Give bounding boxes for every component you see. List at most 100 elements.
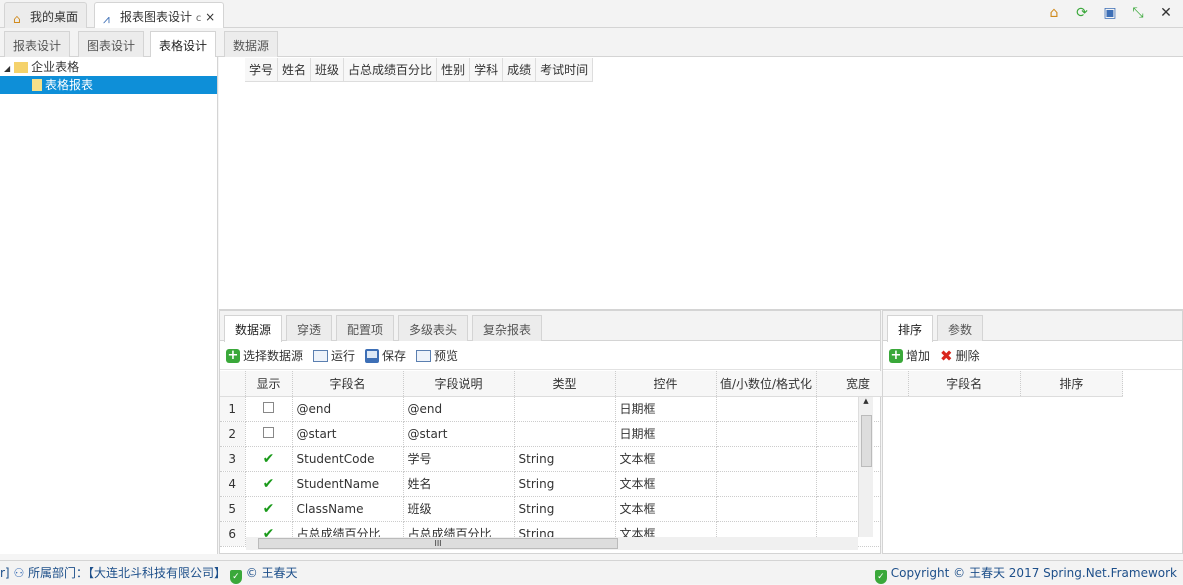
delete-button[interactable]: ✖ 删除 — [940, 347, 980, 365]
org-icon: ⚇ — [13, 566, 25, 580]
show-checkbox[interactable]: ✔ — [245, 446, 293, 472]
column-header[interactable]: 控件 — [615, 371, 717, 397]
show-checkbox[interactable] — [245, 421, 293, 447]
add-icon: + — [226, 347, 240, 363]
cell-name[interactable]: @start — [292, 421, 404, 447]
tab-my-desktop[interactable]: ⌂ 我的桌面 — [4, 2, 88, 28]
field-table-header: 显示 字段名 字段说明 类型 控件 值/小数位/格式化 宽度 — [220, 371, 901, 397]
shield-icon: ✓ — [874, 570, 887, 584]
cell-desc[interactable]: 姓名 — [403, 471, 515, 497]
tab-complex-report[interactable]: 复杂报表 — [472, 315, 543, 341]
tab-params[interactable]: 参数 — [937, 315, 984, 341]
cell-empty[interactable] — [716, 446, 817, 472]
cell-empty[interactable] — [716, 421, 817, 447]
run-button[interactable]: 运行 — [313, 347, 355, 364]
preview-column: 性别 — [437, 58, 471, 81]
tab-datasource[interactable]: 数据源 — [224, 31, 279, 57]
cell-type[interactable]: String — [514, 471, 616, 497]
cell-type[interactable]: String — [514, 446, 616, 472]
field-row[interactable]: 1 @end @end 日期框 — [220, 396, 901, 422]
save-button[interactable]: 保存 — [365, 347, 406, 364]
home-icon: ⌂ — [13, 12, 21, 26]
tab-multi-header[interactable]: 多级表头 — [398, 315, 469, 341]
tab-drillthrough[interactable]: 穿透 — [286, 315, 333, 341]
cell-type[interactable] — [514, 421, 616, 447]
tree-node-label: 表格报表 — [45, 78, 94, 92]
checked-icon[interactable]: ✔ — [263, 451, 275, 467]
fullscreen-icon[interactable]: ▣ — [1101, 4, 1119, 22]
cell-name[interactable]: StudentCode — [292, 446, 404, 472]
cell-type[interactable] — [514, 396, 616, 422]
show-checkbox[interactable] — [245, 396, 293, 422]
add-button[interactable]: + 增加 — [889, 347, 930, 364]
refresh-tab-icon[interactable]: c — [196, 13, 202, 24]
cell-desc[interactable]: 班级 — [403, 496, 515, 522]
column-header[interactable]: 类型 — [514, 371, 616, 397]
cell-name[interactable]: ClassName — [292, 496, 404, 522]
cell-ctrl[interactable]: 文本框 — [615, 446, 717, 472]
column-header[interactable]: 排序 — [1020, 371, 1124, 397]
cell-desc[interactable]: 学号 — [403, 446, 515, 472]
rownum-header — [220, 371, 246, 397]
preview-button[interactable]: 预览 — [416, 347, 458, 364]
checked-icon[interactable]: ✔ — [263, 501, 275, 517]
tree-node-enterprise-tables[interactable]: ◢ 企业表格 — [0, 58, 217, 76]
checked-icon[interactable]: ✔ — [263, 476, 275, 492]
row-number: 3 — [220, 446, 246, 472]
show-checkbox[interactable]: ✔ — [245, 471, 293, 497]
cell-ctrl[interactable]: 日期框 — [615, 421, 717, 447]
column-header[interactable]: 字段名 — [292, 371, 404, 397]
home-icon[interactable]: ⌂ — [1045, 4, 1063, 22]
sort-table: 字段名 排序 — [883, 371, 1124, 397]
scroll-thumb[interactable] — [861, 415, 872, 467]
show-checkbox[interactable]: ✔ — [245, 496, 293, 522]
cell-type[interactable]: String — [514, 496, 616, 522]
tab-sort[interactable]: 排序 — [887, 315, 934, 342]
select-datasource-button[interactable]: + 选择数据源 — [226, 347, 303, 364]
tab-table-design[interactable]: 表格设计 — [150, 31, 217, 58]
field-row[interactable]: 5 ✔ ClassName 班级 String 文本框 — [220, 496, 901, 522]
preview-column: 班级 — [311, 58, 345, 81]
cell-name[interactable]: StudentName — [292, 471, 404, 497]
tree-node-table-report[interactable]: 表格报表 — [0, 76, 217, 94]
column-header[interactable]: 显示 — [245, 371, 293, 397]
horizontal-scrollbar[interactable]: III — [246, 537, 858, 550]
cell-ctrl[interactable]: 文本框 — [615, 496, 717, 522]
cell-empty[interactable] — [716, 471, 817, 497]
scroll-thumb[interactable]: III — [258, 538, 618, 549]
cell-name[interactable]: @end — [292, 396, 404, 422]
copyright-text: Copyright © 王春天 2017 Spring.Net.Framewor… — [890, 566, 1177, 580]
preview-column: 学号 — [245, 58, 279, 81]
cell-desc[interactable]: @end — [403, 396, 515, 422]
close-icon[interactable]: ✕ — [1157, 4, 1175, 22]
tab-report-design[interactable]: 报表设计 — [4, 31, 71, 57]
column-header[interactable]: 字段说明 — [403, 371, 515, 397]
column-header[interactable]: 字段名 — [908, 371, 1021, 397]
cell-empty[interactable] — [716, 396, 817, 422]
rownum-header — [883, 371, 909, 397]
cell-empty[interactable] — [716, 496, 817, 522]
cell-ctrl[interactable]: 日期框 — [615, 396, 717, 422]
cell-desc[interactable]: @start — [403, 421, 515, 447]
unchecked-box[interactable] — [263, 401, 274, 413]
refresh-icon[interactable]: ⟳ — [1073, 4, 1091, 22]
cell-ctrl[interactable]: 文本框 — [615, 471, 717, 497]
column-header[interactable]: 值/小数位/格式化 — [716, 371, 817, 397]
expand-icon[interactable]: ◢ — [4, 64, 10, 73]
run-icon — [313, 349, 329, 362]
delete-icon: ✖ — [940, 346, 953, 365]
tab-chart-design[interactable]: 图表设计 — [78, 31, 145, 57]
vertical-scrollbar[interactable]: ▲ — [858, 397, 873, 537]
tab-datasource-fields[interactable]: 数据源 — [224, 315, 283, 342]
chart-icon: ⩘ — [103, 12, 110, 26]
field-row[interactable]: 4 ✔ StudentName 姓名 String 文本框 — [220, 471, 901, 497]
close-tab-icon[interactable]: × — [205, 10, 215, 24]
tab-config[interactable]: 配置项 — [336, 315, 395, 341]
field-row[interactable]: 3 ✔ StudentCode 学号 String 文本框 — [220, 446, 901, 472]
preview-header: 学号 姓名 班级 占总成绩百分比 性别 学科 成绩 考试时间 — [245, 58, 594, 82]
tab-report-chart-design[interactable]: ⩘ 报表图表设计 c × — [94, 2, 225, 29]
collapse-icon[interactable]: ⤡ — [1129, 4, 1147, 22]
unchecked-box[interactable] — [263, 426, 274, 438]
window-controls: ⌂ ⟳ ▣ ⤡ ✕ — [1045, 4, 1175, 22]
field-row[interactable]: 2 @start @start 日期框 — [220, 421, 901, 447]
